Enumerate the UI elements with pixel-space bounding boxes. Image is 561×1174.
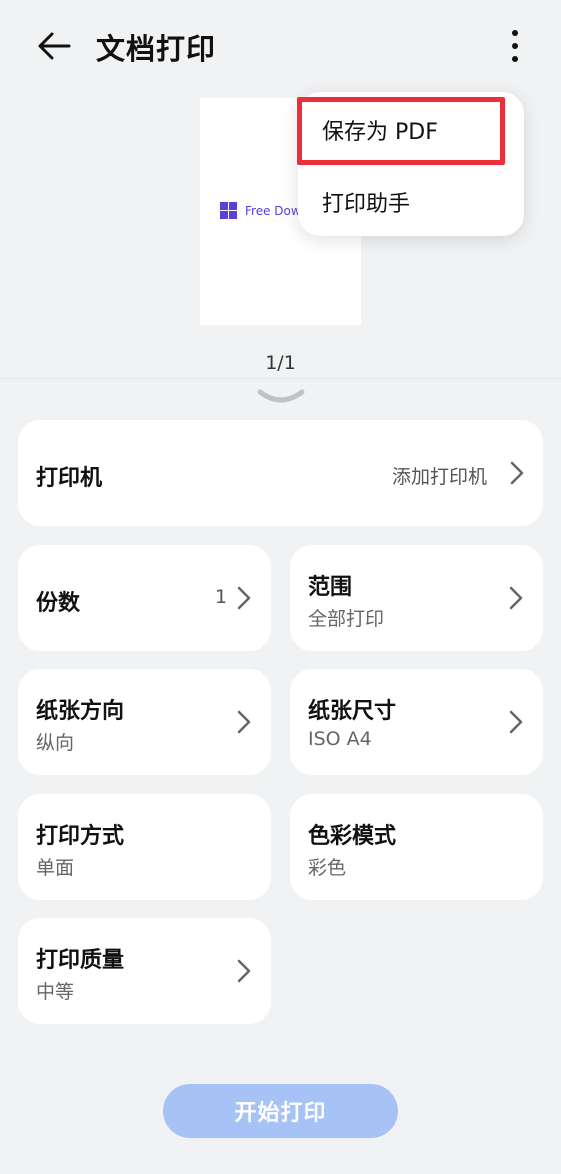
start-print-button[interactable]: 开始打印 [163,1084,398,1138]
back-button[interactable] [30,24,78,68]
quality-label: 打印质量 [36,948,125,973]
printer-label: 打印机 [36,466,103,491]
menu-item-print-assistant[interactable]: 打印助手 [298,172,524,230]
orientation-label: 纸张方向 [36,699,125,724]
orientation-value: 纵向 [36,732,75,754]
chevron-down-icon[interactable] [256,386,306,408]
quality-value: 中等 [36,981,75,1003]
range-value: 全部打印 [308,608,385,630]
paper-size-card[interactable]: 纸张尺寸 ISO A4 [290,669,543,775]
paper-size-label: 纸张尺寸 [308,699,397,724]
more-vertical-icon [512,30,518,62]
chevron-right-icon [509,586,523,610]
start-print-label: 开始打印 [234,1101,327,1126]
chevron-right-icon [237,710,251,734]
add-printer-label: 添加打印机 [392,466,488,488]
print-mode-label: 打印方式 [36,824,125,849]
highlight-annotation [297,97,505,165]
chevron-right-icon [509,710,523,734]
printer-card[interactable]: 打印机 添加打印机 [18,420,543,526]
quality-card[interactable]: 打印质量 中等 [18,918,271,1024]
menu-item-label: 打印助手 [322,192,411,217]
color-mode-label: 色彩模式 [308,824,397,849]
page-indicator: 1/1 [265,352,296,374]
paper-size-value: ISO A4 [308,728,372,750]
range-label: 范围 [308,575,353,600]
more-options-button[interactable] [498,24,532,68]
print-page: 文档打印 Free Dow 1/1 打印机 添加打印机 份数 1 范围 全部打印… [0,0,561,1174]
chevron-right-icon [237,959,251,983]
chevron-right-icon [237,586,251,610]
windows-icon [220,202,237,219]
copies-value: 1 [215,586,228,608]
orientation-card[interactable]: 纸张方向 纵向 [18,669,271,775]
color-mode-card[interactable]: 色彩模式 彩色 [290,794,543,900]
copies-label: 份数 [36,591,81,616]
chevron-right-icon [510,461,524,485]
copies-card[interactable]: 份数 1 [18,545,271,651]
print-mode-value: 单面 [36,857,75,879]
arrow-left-icon [38,32,71,60]
color-mode-value: 彩色 [308,857,347,879]
page-title: 文档打印 [96,32,217,66]
print-mode-card[interactable]: 打印方式 单面 [18,794,271,900]
header-bar: 文档打印 [0,0,561,90]
range-card[interactable]: 范围 全部打印 [290,545,543,651]
